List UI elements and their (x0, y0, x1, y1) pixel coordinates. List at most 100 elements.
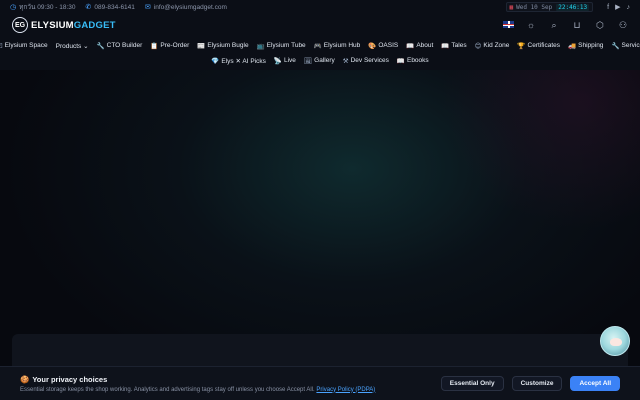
nav-item-dev-services[interactable]: ⚒ Dev Services (343, 57, 389, 65)
nav-icon: 🔧 (611, 42, 620, 50)
nav-item-label: Gallery (314, 57, 335, 64)
nav-item-label: Certificates (527, 42, 561, 49)
sun-icon[interactable]: ☼ (526, 20, 536, 30)
clock-time: 22:46:13 (556, 3, 590, 11)
nav-item-label: Shipping (578, 42, 604, 49)
opening-hours: ◷ ทุกวัน 09:30 - 18:30 (10, 2, 76, 12)
calendar-icon: ▦ (509, 3, 514, 11)
nav-item-label: About (416, 42, 434, 49)
facebook-icon[interactable]: f (607, 4, 609, 11)
nav-item-label: OASIS (378, 42, 399, 49)
cookie-description: Essential storage keeps the shop working… (20, 387, 433, 393)
tiktok-icon[interactable]: ♪ (627, 4, 631, 11)
uk-flag-icon (503, 21, 514, 28)
nav-icon: 📰 (197, 42, 206, 50)
main-navigation: ☑Elysium SpaceProducts ⌄🔧CTO Builder📋Pre… (0, 36, 640, 73)
cookie-description-text: Essential storage keeps the shop working… (20, 386, 315, 393)
social-links: f ▶ ♪ (601, 3, 631, 12)
nav-item-ebooks[interactable]: 📖 Ebooks (397, 57, 429, 65)
nav-item-cto-builder[interactable]: 🔧 CTO Builder (97, 42, 143, 50)
cookie-text: 🍪 Your privacy choices Essential storage… (20, 375, 433, 393)
header-actions: ☼ ⌕ ⊔ ⬡ ⚇ (490, 20, 628, 31)
top-info-bar: ◷ ทุกวัน 09:30 - 18:30 ✆ 089-834-6141 ✉ … (0, 0, 640, 14)
nav-item-label: Ebooks (406, 57, 429, 64)
email-text: info@elysiumgadget.com (153, 3, 227, 11)
nav-item-products[interactable]: Products ⌄ (56, 42, 89, 50)
nav-item-label: Live (283, 57, 296, 64)
logo-wordmark: ELYSIUMGADGET (31, 20, 116, 31)
hero-area (0, 70, 640, 400)
customize-button[interactable]: Customize (511, 376, 563, 391)
nav-item-elysium-space[interactable]: ☑Elysium Space (0, 42, 48, 50)
email-link[interactable]: ✉ info@elysiumgadget.com (144, 3, 227, 12)
package-icon[interactable]: ⬡ (595, 20, 605, 31)
nav-icon: 📋 (150, 42, 159, 50)
nav-icon: 📡 (273, 57, 282, 65)
nav-icon: 📖 (406, 42, 415, 50)
nav-item-elysium-hub[interactable]: 🎮 Elysium Hub (314, 42, 361, 50)
youtube-icon[interactable]: ▶ (615, 3, 620, 11)
nav-item-label: Elysium Space (4, 42, 48, 49)
nav-item-pre-order[interactable]: 📋 Pre-Order (150, 42, 189, 50)
site-logo[interactable]: EG ELYSIUMGADGET (12, 17, 116, 33)
nav-icon: 🎮 (313, 42, 322, 50)
nav-item-label: Kid Zone (483, 42, 510, 49)
phone-link[interactable]: ✆ 089-834-6141 (85, 3, 135, 12)
nav-item-label: Products ⌄ (55, 42, 89, 50)
nav-item-oasis[interactable]: 🎨 OASIS (368, 42, 398, 50)
nav-icon: 📖 (441, 42, 450, 50)
clock-icon: ◷ (10, 4, 17, 11)
nav-item-tales[interactable]: 📖 Tales (441, 42, 466, 50)
nav-icon: 🖼 (303, 57, 313, 65)
logo-mark: EG (12, 17, 28, 33)
accept-all-button[interactable]: Accept All (570, 376, 620, 391)
nav-item-certificates[interactable]: 🏆 Certificates (517, 42, 560, 50)
nav-item-gallery[interactable]: 🖼 Gallery (304, 57, 335, 65)
nav-icon: 🏆 (517, 42, 526, 50)
nav-item-label: Elysium Hub (323, 42, 361, 49)
nav-icon: 🎨 (368, 42, 377, 50)
nav-icon: 😊 (474, 42, 482, 50)
nav-item-label: Elys ✕ AI Picks (221, 57, 266, 65)
nav-item-elys-ai-picks[interactable]: 💎 Elys ✕ AI Picks (211, 57, 266, 65)
nav-item-elysium-tube[interactable]: 📺 Elysium Tube (257, 42, 306, 50)
nav-icon: 📺 (256, 42, 265, 50)
privacy-policy-link[interactable]: Privacy Policy (PDPA) (316, 387, 375, 393)
nav-icon: 📖 (396, 57, 405, 65)
nav-item-label: Tales (451, 42, 467, 49)
nav-item-service[interactable]: 🔧Service (611, 42, 640, 50)
nav-item-kid-zone[interactable]: 😊 Kid Zone (475, 42, 510, 50)
nav-item-label: CTO Builder (106, 42, 143, 49)
user-icon[interactable]: ⚇ (618, 20, 628, 31)
nav-item-elysium-bugle[interactable]: 📰 Elysium Bugle (197, 42, 248, 50)
nav-icon: 💎 (211, 57, 220, 65)
nav-item-label: Elysium Tube (266, 42, 306, 49)
opening-hours-text: ทุกวัน 09:30 - 18:30 (19, 4, 76, 11)
language-button[interactable] (503, 20, 514, 30)
nav-item-live[interactable]: 📡 Live (274, 57, 296, 65)
nav-item-label: Pre-Order (160, 42, 190, 49)
nav-row-secondary: 💎 Elys ✕ AI Picks 📡 Live 🖼 Gallery ⚒ Dev Servic… (12, 53, 628, 68)
site-header: EG ELYSIUMGADGET ☼ ⌕ ⊔ ⬡ ⚇ (0, 14, 640, 36)
search-icon[interactable]: ⌕ (549, 20, 559, 31)
nav-icon: 🔧 (96, 42, 105, 50)
mail-icon: ✉ (144, 4, 151, 11)
cart-icon[interactable]: ⊔ (572, 20, 582, 31)
cookie-icon: 🍪 (20, 374, 30, 384)
logo-text-gadget: GADGET (73, 19, 116, 31)
cookie-title-text: Your privacy choices (32, 374, 108, 384)
nav-icon: ⚒ (342, 57, 349, 65)
nav-item-about[interactable]: 📖 About (406, 42, 433, 50)
nav-icon: 🚚 (568, 42, 577, 50)
nav-item-label: Dev Services (350, 57, 389, 64)
essential-only-button[interactable]: Essential Only (440, 376, 504, 391)
nav-row-primary: ☑Elysium SpaceProducts ⌄🔧CTO Builder📋Pre… (0, 38, 640, 53)
logo-text-elysium: ELYSIUM (31, 19, 74, 31)
chat-assistant-avatar[interactable] (600, 326, 630, 356)
nav-icon: ☑ (0, 42, 3, 50)
clock-date: Wed 10 Sep (516, 3, 553, 11)
nav-item-shipping[interactable]: 🚚 Shipping (568, 42, 603, 50)
nav-item-label: Elysium Bugle (207, 42, 249, 49)
cookie-consent-banner: 🍪 Your privacy choices Essential storage… (0, 366, 640, 400)
phone-icon: ✆ (85, 4, 92, 11)
